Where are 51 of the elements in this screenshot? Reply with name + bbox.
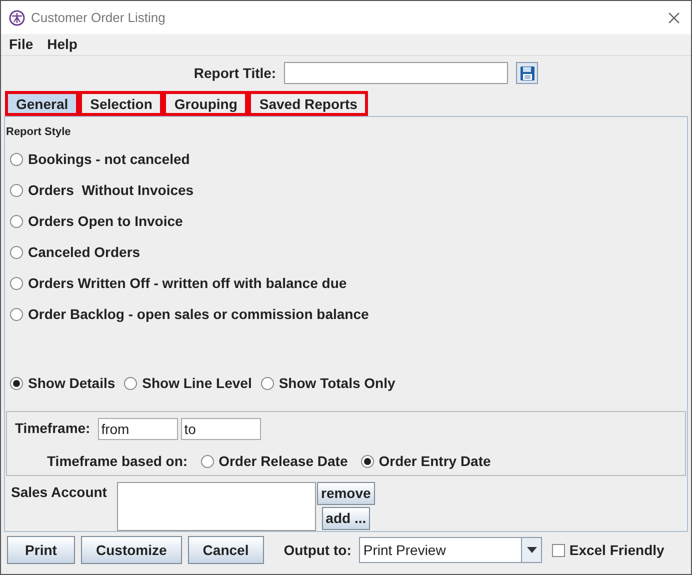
detail-option[interactable]: Show Line Level: [124, 372, 252, 394]
report-style-heading: Report Style: [6, 125, 72, 140]
radio-button[interactable]: [10, 152, 23, 166]
tab[interactable]: Selection: [79, 91, 164, 116]
save-button[interactable]: [516, 62, 538, 84]
tab[interactable]: Grouping: [163, 91, 248, 116]
report-style-option[interactable]: Bookings - not canceled: [10, 148, 687, 170]
radio-button[interactable]: [10, 276, 23, 290]
dropdown-arrow-icon: [526, 547, 537, 553]
sales-account-list[interactable]: [117, 482, 316, 531]
output-dropdown[interactable]: Print Preview: [359, 537, 542, 563]
radio-button[interactable]: [360, 454, 374, 468]
report-title-label: Report Title:: [194, 64, 276, 83]
radio-button[interactable]: [10, 376, 23, 390]
radio-button[interactable]: [10, 308, 23, 320]
radio-button[interactable]: [10, 246, 23, 258]
detail-option[interactable]: Show Totals Only: [260, 372, 396, 394]
radio-button[interactable]: [124, 376, 138, 390]
window-title: Customer Order Listing: [31, 8, 166, 27]
output-to-label: Output to:: [284, 540, 352, 560]
footer-button[interactable]: Customize: [81, 536, 182, 564]
report-style-option[interactable]: Canceled Orders: [10, 242, 687, 262]
report-style-option[interactable]: Order Backlog - open sales or commission balance: [10, 304, 687, 324]
app-logo-icon: [9, 10, 25, 26]
footer-button[interactable]: Print: [7, 536, 75, 564]
footer-button[interactable]: Cancel: [188, 536, 264, 564]
add-button[interactable]: add ...: [322, 507, 370, 530]
checkbox[interactable]: [552, 544, 566, 556]
radio-button[interactable]: [260, 376, 274, 390]
tab[interactable]: General: [5, 91, 80, 116]
to-date-field[interactable]: to: [181, 418, 262, 440]
close-icon[interactable]: [668, 12, 680, 24]
radio-button[interactable]: [10, 184, 23, 196]
report-style-option[interactable]: Orders Open to Invoice: [10, 210, 687, 232]
report-title-field[interactable]: [284, 62, 508, 84]
remove-button[interactable]: remove: [317, 482, 375, 505]
date-basis-option[interactable]: Order Entry Date: [360, 450, 491, 472]
detail-option[interactable]: Show Details: [10, 372, 116, 394]
from-date-field[interactable]: from: [98, 418, 178, 440]
sales-account-label: Sales Account: [11, 483, 108, 502]
menu-item[interactable]: Help: [47, 34, 78, 55]
excel-friendly-checkbox[interactable]: Excel Friendly: [552, 540, 664, 560]
timeframe-label: Timeframe:: [15, 419, 90, 438]
menu-item[interactable]: File: [9, 34, 34, 55]
date-basis-option[interactable]: Order Release Date: [200, 450, 348, 472]
report-style-option[interactable]: Orders Without Invoices: [10, 180, 687, 200]
tab[interactable]: Saved Reports: [248, 91, 368, 116]
radio-button[interactable]: [10, 214, 23, 228]
radio-button[interactable]: [200, 454, 214, 468]
timeframe-based-on-label: Timeframe based on:: [47, 452, 188, 470]
report-style-option[interactable]: Orders Written Off - written off with balance due: [10, 272, 687, 294]
